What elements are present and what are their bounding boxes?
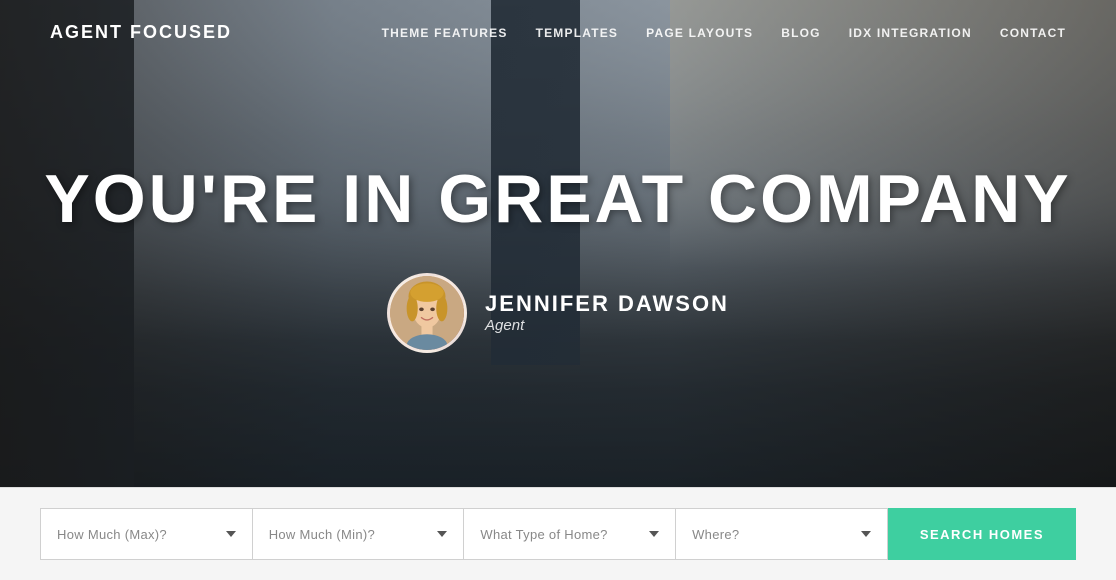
nav-item-templates[interactable]: TEMPLATES bbox=[536, 24, 619, 42]
page-wrapper: AGENT FOCUSED THEME FEATURES TEMPLATES P… bbox=[0, 0, 1116, 580]
chevron-down-icon bbox=[861, 531, 871, 537]
navbar: AGENT FOCUSED THEME FEATURES TEMPLATES P… bbox=[0, 0, 1116, 65]
min-price-select[interactable]: How Much (Min)? bbox=[252, 508, 464, 560]
hero-content: YOU'RE IN GREAT COMPANY bbox=[0, 0, 1116, 487]
min-price-label: How Much (Min)? bbox=[269, 527, 375, 542]
nav-item-contact[interactable]: CONTACT bbox=[1000, 24, 1066, 42]
agent-title: Agent bbox=[485, 317, 729, 334]
search-bar: How Much (Max)? How Much (Min)? What Typ… bbox=[0, 487, 1116, 580]
home-type-select[interactable]: What Type of Home? bbox=[463, 508, 675, 560]
nav-link-page-layouts[interactable]: PAGE LAYOUTS bbox=[646, 26, 753, 40]
chevron-down-icon bbox=[226, 531, 236, 537]
agent-avatar bbox=[387, 273, 467, 353]
max-price-select[interactable]: How Much (Max)? bbox=[40, 508, 252, 560]
location-select[interactable]: Where? bbox=[675, 508, 888, 560]
nav-item-theme-features[interactable]: THEME FEATURES bbox=[382, 24, 508, 42]
nav-item-idx[interactable]: IDX INTEGRATION bbox=[849, 24, 972, 42]
agent-card: JENNIFER DAWSON Agent bbox=[387, 273, 729, 353]
chevron-down-icon bbox=[437, 531, 447, 537]
search-homes-button[interactable]: SEARCH HOMES bbox=[888, 508, 1076, 560]
agent-info: JENNIFER DAWSON Agent bbox=[485, 291, 729, 334]
nav-item-blog[interactable]: BLOG bbox=[781, 24, 820, 42]
nav-item-page-layouts[interactable]: PAGE LAYOUTS bbox=[646, 24, 753, 42]
home-type-label: What Type of Home? bbox=[480, 527, 607, 542]
chevron-down-icon bbox=[649, 531, 659, 537]
hero-section: AGENT FOCUSED THEME FEATURES TEMPLATES P… bbox=[0, 0, 1116, 487]
nav-link-templates[interactable]: TEMPLATES bbox=[536, 26, 619, 40]
brand-logo[interactable]: AGENT FOCUSED bbox=[50, 22, 232, 43]
nav-links: THEME FEATURES TEMPLATES PAGE LAYOUTS BL… bbox=[382, 24, 1066, 42]
nav-link-contact[interactable]: CONTACT bbox=[1000, 26, 1066, 40]
hero-headline: YOU'RE IN GREAT COMPANY bbox=[44, 165, 1071, 233]
nav-link-idx[interactable]: IDX INTEGRATION bbox=[849, 26, 972, 40]
agent-name: JENNIFER DAWSON bbox=[485, 291, 729, 317]
max-price-label: How Much (Max)? bbox=[57, 527, 167, 542]
location-label: Where? bbox=[692, 527, 739, 542]
nav-link-blog[interactable]: BLOG bbox=[781, 26, 820, 40]
nav-link-theme-features[interactable]: THEME FEATURES bbox=[382, 26, 508, 40]
